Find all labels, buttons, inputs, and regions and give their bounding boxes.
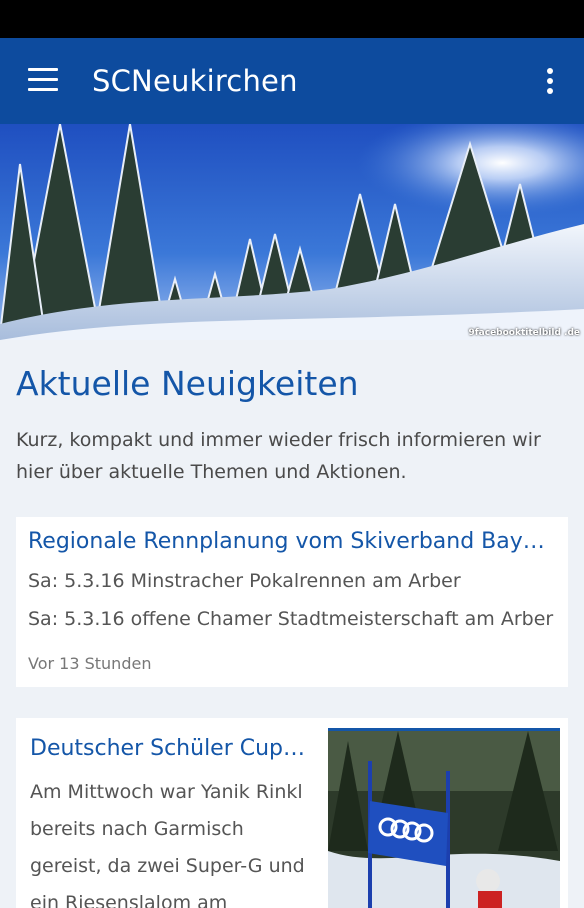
more-vertical-icon[interactable] bbox=[540, 66, 560, 96]
ski-racer-image bbox=[328, 731, 560, 908]
news-card-title[interactable]: Deutscher Schüler Cup in Garmisch bbox=[30, 736, 310, 761]
news-card-line: Sa: 5.3.16 Minstracher Pokalrennen am Ar… bbox=[28, 570, 461, 592]
news-card-image[interactable] bbox=[328, 728, 560, 908]
news-card-excerpt: Am Mittwoch war Yanik Rinkl bereits nach… bbox=[30, 781, 305, 908]
news-card[interactable]: Regionale Rennplanung vom Skiverband Bay… bbox=[16, 517, 568, 687]
hero-banner-image: 9facebooktitelbild .de bbox=[0, 124, 584, 340]
section-description: Kurz, kompakt und immer wieder frisch in… bbox=[16, 429, 541, 483]
hamburger-menu-icon[interactable] bbox=[28, 68, 58, 92]
status-bar bbox=[0, 0, 584, 38]
image-credit: 9facebooktitelbild .de bbox=[468, 328, 580, 338]
news-card[interactable]: Deutscher Schüler Cup in Garmisch Am Mit… bbox=[16, 718, 568, 908]
news-card-timestamp: Vor 13 Stunden bbox=[28, 654, 152, 673]
app-bar: SCNeukirchen bbox=[0, 38, 584, 124]
news-card-line: Sa: 5.3.16 offene Chamer Stadtmeistersch… bbox=[28, 608, 554, 630]
app-title: SCNeukirchen bbox=[92, 64, 298, 98]
news-card-title[interactable]: Regionale Rennplanung vom Skiverband Bay… bbox=[28, 529, 558, 554]
section-title: Aktuelle Neuigkeiten bbox=[16, 364, 359, 403]
winter-forest-image bbox=[0, 124, 584, 340]
